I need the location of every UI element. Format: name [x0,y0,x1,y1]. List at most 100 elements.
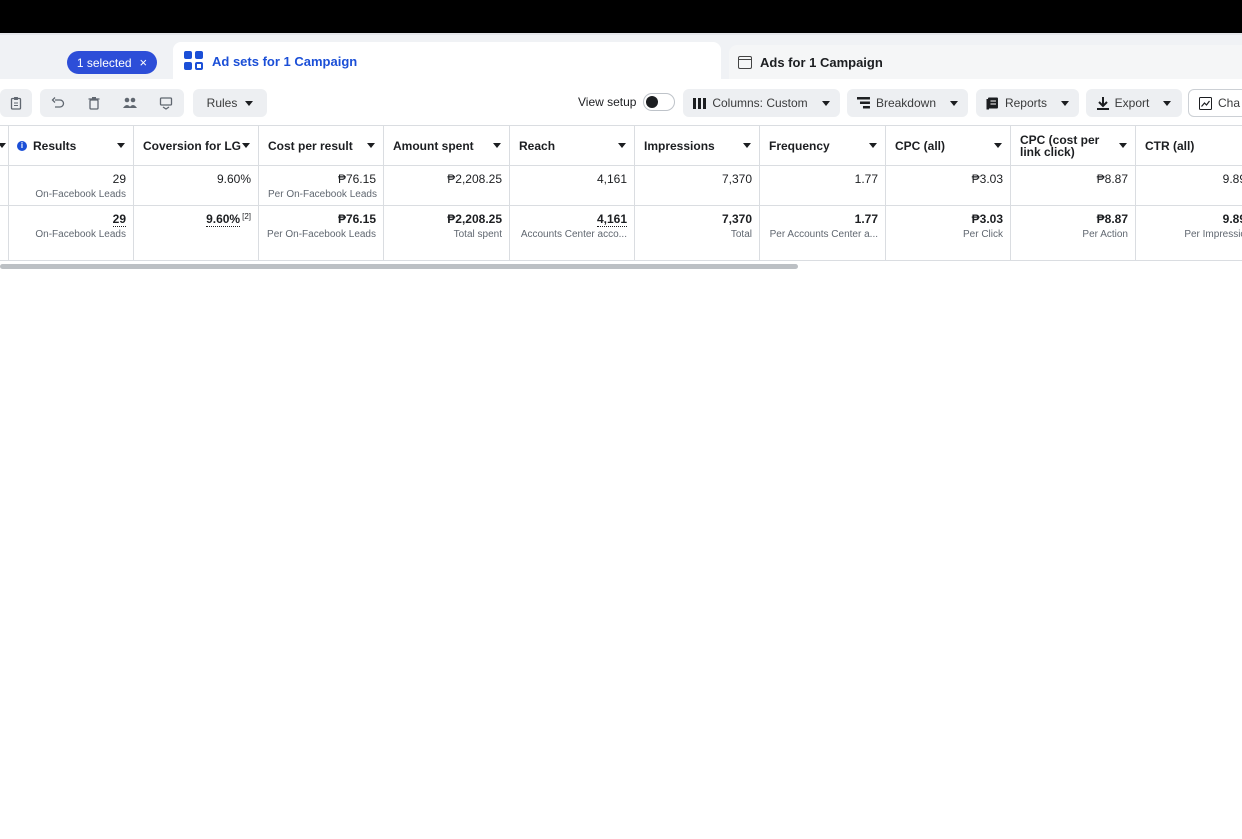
cpc-all-cell: ₱3.03 Per Click [886,206,1011,261]
rules-label: Rules [206,96,238,110]
breakdown-icon [857,97,870,109]
breakdown-label: Breakdown [875,96,936,110]
tab-ad-sets-label: Ad sets for 1 Campaign [212,53,358,69]
chevron-down-icon [242,143,250,148]
close-icon[interactable]: × [140,56,148,69]
footnote-marker: [2] [242,212,251,221]
column-header-ctr-all[interactable]: CTR (all) [1136,125,1242,166]
undo-icon [51,97,65,108]
view-setup-label: View setup [578,95,637,109]
selection-pill[interactable]: 1 selected × [67,51,157,74]
view-setup-toggle[interactable] [643,93,675,111]
cost-per-result-value: ₱76.15 [337,172,376,186]
cpc-link-cell: ₱8.87 Per Action [1011,206,1136,261]
chevron-down-icon [950,100,958,106]
frequency-value: 1.77 [854,212,878,226]
columns-label: Columns: Custom [712,96,808,110]
charts-button[interactable]: Cha [1188,89,1242,117]
column-header-label: Cost per result [268,138,353,153]
ab-test-button[interactable] [148,89,184,117]
info-icon[interactable]: i [17,140,27,151]
column-header-label: Frequency [769,138,830,153]
paste-button[interactable] [0,89,32,117]
reach-sub: Accounts Center acco... [520,229,627,240]
impressions-sub: Total [730,229,752,240]
frequency-cell: 1.77 [760,166,886,206]
column-header-cpc-link[interactable]: CPC (cost per link click) [1011,125,1136,166]
export-button[interactable]: Export [1086,89,1182,117]
results-cell: 29 On-Facebook Leads [8,166,134,206]
chevron-down-icon [1119,143,1127,148]
tab-ad-sets[interactable]: Ad sets for 1 Campaign [173,42,721,84]
chevron-down-icon [493,143,501,148]
chevron-down-icon [367,143,375,148]
chart-icon [1199,96,1212,110]
results-sub: On-Facebook Leads [35,229,126,240]
column-header-label: Reach [519,138,556,153]
tab-ads[interactable]: Ads for 1 Campaign [729,45,1242,79]
column-header-impressions[interactable]: Impressions [635,125,760,166]
reports-button[interactable]: Reports [976,89,1079,117]
cpc-all-cell: ₱3.03 [886,166,1011,206]
amount-spent-value: ₱2,208.25 [447,172,502,186]
column-header-frequency[interactable]: Frequency [760,125,886,166]
chevron-down-icon [821,100,830,106]
download-icon [1096,96,1109,110]
cost-per-result-sub: Per On-Facebook Leads [267,229,376,240]
column-header-cost-per-result[interactable]: Cost per result [259,125,384,166]
ctr-all-cell: 9.89 [1136,166,1242,206]
cpc-all-value: ₱3.03 [971,212,1003,226]
cpc-link-value: ₱8.87 [1096,212,1128,226]
browser-top-bar [0,0,1242,33]
column-header-cpc-all[interactable]: CPC (all) [886,125,1011,166]
reports-label: Reports [1004,96,1047,110]
cost-per-result-sub: Per On-Facebook Leads [268,189,377,200]
cpc-all-value: ₱3.03 [971,172,1003,186]
column-header-label: CTR (all) [1145,138,1195,153]
column-header-label: Impressions [644,138,715,153]
chevron-down-icon [618,143,626,148]
horizontal-scrollbar[interactable] [0,264,798,269]
frequency-value: 1.77 [854,172,878,186]
column-header-label: Amount spent [393,138,474,153]
ctr-all-value: 9.89 [1222,172,1242,186]
impressions-cell: 7,370 [635,166,760,206]
trash-icon [88,97,100,110]
chevron-down-icon [743,143,751,148]
amount-spent-value: ₱2,208.25 [447,212,502,226]
column-header-label: CPC (cost per link click) [1020,132,1100,159]
cost-per-result-value: ₱76.15 [337,212,376,226]
selection-count-label: 1 selected [76,55,132,70]
breakdown-button[interactable]: Breakdown [847,89,968,117]
chevron-down-icon [1163,100,1172,106]
adsets-grid-icon [184,51,204,71]
tab-ads-label: Ads for 1 Campaign [760,54,883,70]
reach-value[interactable]: 4,161 [596,212,627,227]
edit-actions-group [40,89,184,117]
results-value[interactable]: 29 [112,212,126,227]
amount-spent-cell: ₱2,208.25 [384,166,510,206]
chevron-down-icon [869,143,877,148]
column-header-label: CPC (all) [895,138,946,153]
ad-window-icon [738,55,752,69]
column-header-amount-spent[interactable]: Amount spent [384,125,510,166]
delete-button[interactable] [76,89,112,117]
conversion-cell: 9.60% [134,166,259,206]
frequency-cell: 1.77 Per Accounts Center a... [760,206,886,261]
columns-button[interactable]: Columns: Custom [683,89,840,117]
column-header-conversion[interactable]: Coversion for LG [134,125,259,166]
cpc-link-value: ₱8.87 [1096,172,1128,186]
column-header-reach[interactable]: Reach [510,125,635,166]
chevron-down-icon [117,143,125,148]
conversion-value-wrap[interactable]: 9.60% [2] [206,212,251,227]
reports-icon [986,97,998,109]
impressions-value: 7,370 [721,212,752,226]
rules-button[interactable]: Rules [193,89,267,117]
cpc-all-sub: Per Click [962,229,1003,240]
cpc-link-sub: Per Action [1082,229,1128,240]
column-header-results[interactable]: i Results [8,125,134,166]
audience-button[interactable] [112,89,148,117]
results-value: 29 [112,172,126,186]
column-header-label: Coversion for LG [143,138,242,153]
undo-button[interactable] [40,89,76,117]
